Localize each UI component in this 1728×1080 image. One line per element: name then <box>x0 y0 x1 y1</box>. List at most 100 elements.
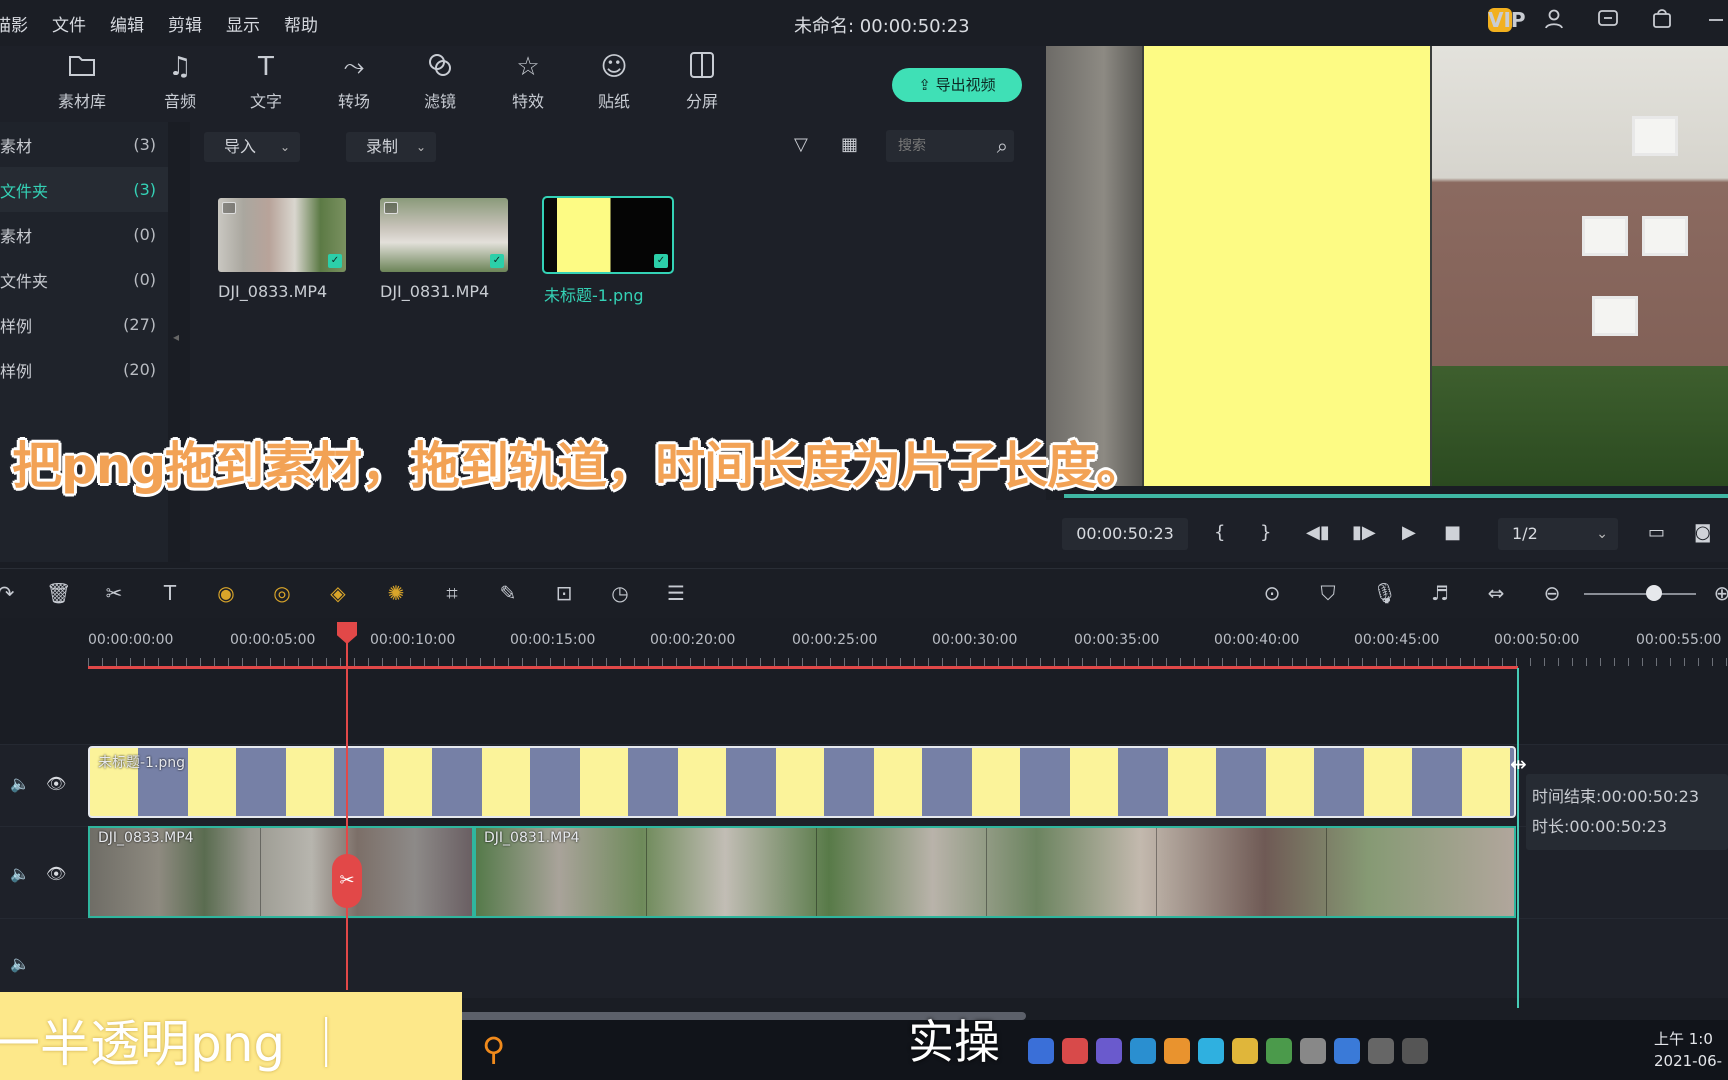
keyframe-icon[interactable]: ◈ <box>326 581 350 605</box>
mark-out-icon[interactable]: } <box>1260 522 1271 543</box>
tab-sticker[interactable]: ☺ 贴纸 <box>574 50 654 112</box>
tab-effects[interactable]: ☆ 特效 <box>488 50 568 112</box>
menu-help[interactable]: 帮助 <box>284 11 318 36</box>
tab-audio[interactable]: ♫ 音频 <box>140 50 220 112</box>
tab-transition[interactable]: ⤳ 转场 <box>314 50 394 112</box>
delete-icon[interactable]: 🗑 <box>46 581 71 605</box>
record-dropdown[interactable]: 录制 ⌄ <box>346 132 436 162</box>
app-icon[interactable] <box>1028 1038 1054 1064</box>
fit-timeline-icon[interactable]: ⇔ <box>1484 581 1508 605</box>
speaker-icon[interactable]: 🔈 <box>10 774 30 793</box>
menu-file[interactable]: 文件 <box>52 11 86 36</box>
clock-time: 上午 1:0 <box>1654 1030 1713 1048</box>
png-overlay-clip[interactable]: 未标题-1.png <box>88 746 1516 818</box>
taskbar-search-icon[interactable]: ⚲ <box>482 1030 505 1068</box>
reverse-icon[interactable]: ◎ <box>270 581 294 605</box>
media-thumbnail[interactable]: ✓ <box>218 198 346 272</box>
app-icon[interactable] <box>1198 1038 1224 1064</box>
crop-icon[interactable]: ⌗ <box>440 581 464 605</box>
menu-view[interactable]: 显示 <box>226 11 260 36</box>
zoom-out-icon[interactable]: ⊖ <box>1540 581 1564 605</box>
redo-icon[interactable]: ↷ <box>0 581 18 605</box>
bluetooth-icon[interactable] <box>1334 1038 1360 1064</box>
tab-media[interactable]: 素材库 <box>42 50 122 112</box>
library-item[interactable]: 文件夹 (0) <box>0 257 168 302</box>
account-icon[interactable] <box>1542 8 1566 32</box>
minimize-icon[interactable] <box>1704 8 1728 32</box>
mark-in-icon[interactable]: { <box>1214 522 1225 543</box>
clock-icon[interactable]: ◷ <box>608 581 632 605</box>
app-icon[interactable] <box>1300 1038 1326 1064</box>
feedback-icon[interactable] <box>1596 8 1620 32</box>
zoom-slider-track[interactable] <box>1584 593 1696 595</box>
library-item[interactable]: 素材 (0) <box>0 212 168 257</box>
collapse-panel-icon[interactable]: ◂ <box>173 330 179 344</box>
scissors-icon[interactable]: ✂ <box>102 581 126 605</box>
store-icon[interactable] <box>1650 8 1674 32</box>
audio-mixer-icon[interactable]: ♬ <box>1428 581 1452 605</box>
library-item[interactable]: 素材 (3) <box>0 122 168 167</box>
app-icon[interactable] <box>1096 1038 1122 1064</box>
next-frame-icon[interactable]: ▮▶ <box>1352 522 1376 543</box>
frame-divider <box>646 828 647 916</box>
library-item[interactable]: 样例 (20) <box>0 347 168 392</box>
previous-frame-icon[interactable]: ◀▮ <box>1306 522 1330 543</box>
freeze-frame-icon[interactable]: ⊡ <box>552 581 576 605</box>
speaker-icon[interactable]: 🔈 <box>10 864 30 883</box>
library-item[interactable]: 样例 (27) <box>0 302 168 347</box>
pen-icon[interactable] <box>1402 1038 1428 1064</box>
text-edit-icon[interactable]: T <box>158 581 182 605</box>
eye-icon[interactable]: 👁 <box>46 774 66 793</box>
preview-viewer[interactable] <box>1046 46 1728 486</box>
speaker-icon[interactable]: 🔈 <box>10 954 30 973</box>
import-dropdown[interactable]: 导入 ⌄ <box>204 132 300 162</box>
marker-shield-icon[interactable]: ⛉ <box>1316 581 1340 605</box>
app-icon[interactable] <box>1130 1038 1156 1064</box>
export-video-button[interactable]: ⇪ 导出视频 <box>892 68 1022 102</box>
media-thumbnail-selected[interactable]: ✓ <box>542 196 674 274</box>
app-icon[interactable] <box>1266 1038 1292 1064</box>
library-item[interactable]: 文件夹 (3) <box>0 167 168 212</box>
preview-quality-select[interactable]: 1/2 ⌄ <box>1498 518 1618 550</box>
menu-app[interactable]: 喵影 <box>0 11 28 36</box>
fullscreen-monitor-icon[interactable]: ▭ <box>1648 522 1665 543</box>
preview-progress-bar[interactable] <box>1064 494 1728 498</box>
eyedropper-icon[interactable]: ✎ <box>496 581 520 605</box>
chevron-down-icon: ⌄ <box>415 140 426 154</box>
render-preview-icon[interactable]: ⊙ <box>1260 581 1284 605</box>
app-icon[interactable] <box>1232 1038 1258 1064</box>
search-input[interactable]: 搜索 ⌕ <box>886 130 1014 162</box>
tutorial-subtitle: 把png拖到素材，拖到轨道，时间长度为片子长度。 <box>12 437 1146 495</box>
timeline-ruler[interactable]: 00:00:00:00 00:00:05:00 00:00:10:00 00:0… <box>0 620 1728 666</box>
play-icon[interactable]: ▶ <box>1402 522 1416 543</box>
tooltip-end-time: 时间结束:00:00:50:23 <box>1532 787 1700 806</box>
media-name: DJI_0833.MP4 <box>218 282 328 301</box>
menu-clip[interactable]: 剪辑 <box>168 11 202 36</box>
ruler-label: 00:00:05:00 <box>230 632 316 648</box>
tab-split-screen[interactable]: 分屏 <box>662 50 742 112</box>
volume-icon[interactable] <box>1368 1038 1394 1064</box>
grid-view-icon[interactable]: ▦ <box>841 134 858 155</box>
eye-icon[interactable]: 👁 <box>46 864 66 883</box>
adjust-sliders-icon[interactable]: ☰ <box>664 581 688 605</box>
app-icon[interactable] <box>1062 1038 1088 1064</box>
video-clip[interactable]: DJI_0831.MP4 <box>474 826 1516 918</box>
vip-badge-icon[interactable]: VIP <box>1488 8 1526 32</box>
media-thumbnail[interactable]: ✓ <box>380 198 508 272</box>
filter-funnel-icon[interactable]: ▽ <box>794 134 808 155</box>
tab-filter[interactable]: 滤镜 <box>400 50 480 112</box>
menu-edit[interactable]: 编辑 <box>110 11 144 36</box>
zoom-in-icon[interactable]: ⊕ <box>1710 581 1728 605</box>
playhead-line[interactable] <box>346 630 348 990</box>
snapshot-camera-icon[interactable]: ◙ <box>1694 522 1711 543</box>
split-scissors-icon[interactable]: ✂ <box>332 854 362 908</box>
microphone-icon[interactable]: 🎙 <box>1372 581 1397 605</box>
color-palette-icon[interactable]: ✺ <box>384 581 408 605</box>
tab-label: 音频 <box>163 92 196 111</box>
tab-text[interactable]: T 文字 <box>226 50 306 112</box>
video-clip[interactable]: DJI_0833.MP4 <box>88 826 474 918</box>
speed-icon[interactable]: ◉ <box>214 581 238 605</box>
zoom-slider-knob[interactable] <box>1646 585 1662 601</box>
stop-icon[interactable]: ■ <box>1444 522 1461 543</box>
app-icon[interactable] <box>1164 1038 1190 1064</box>
